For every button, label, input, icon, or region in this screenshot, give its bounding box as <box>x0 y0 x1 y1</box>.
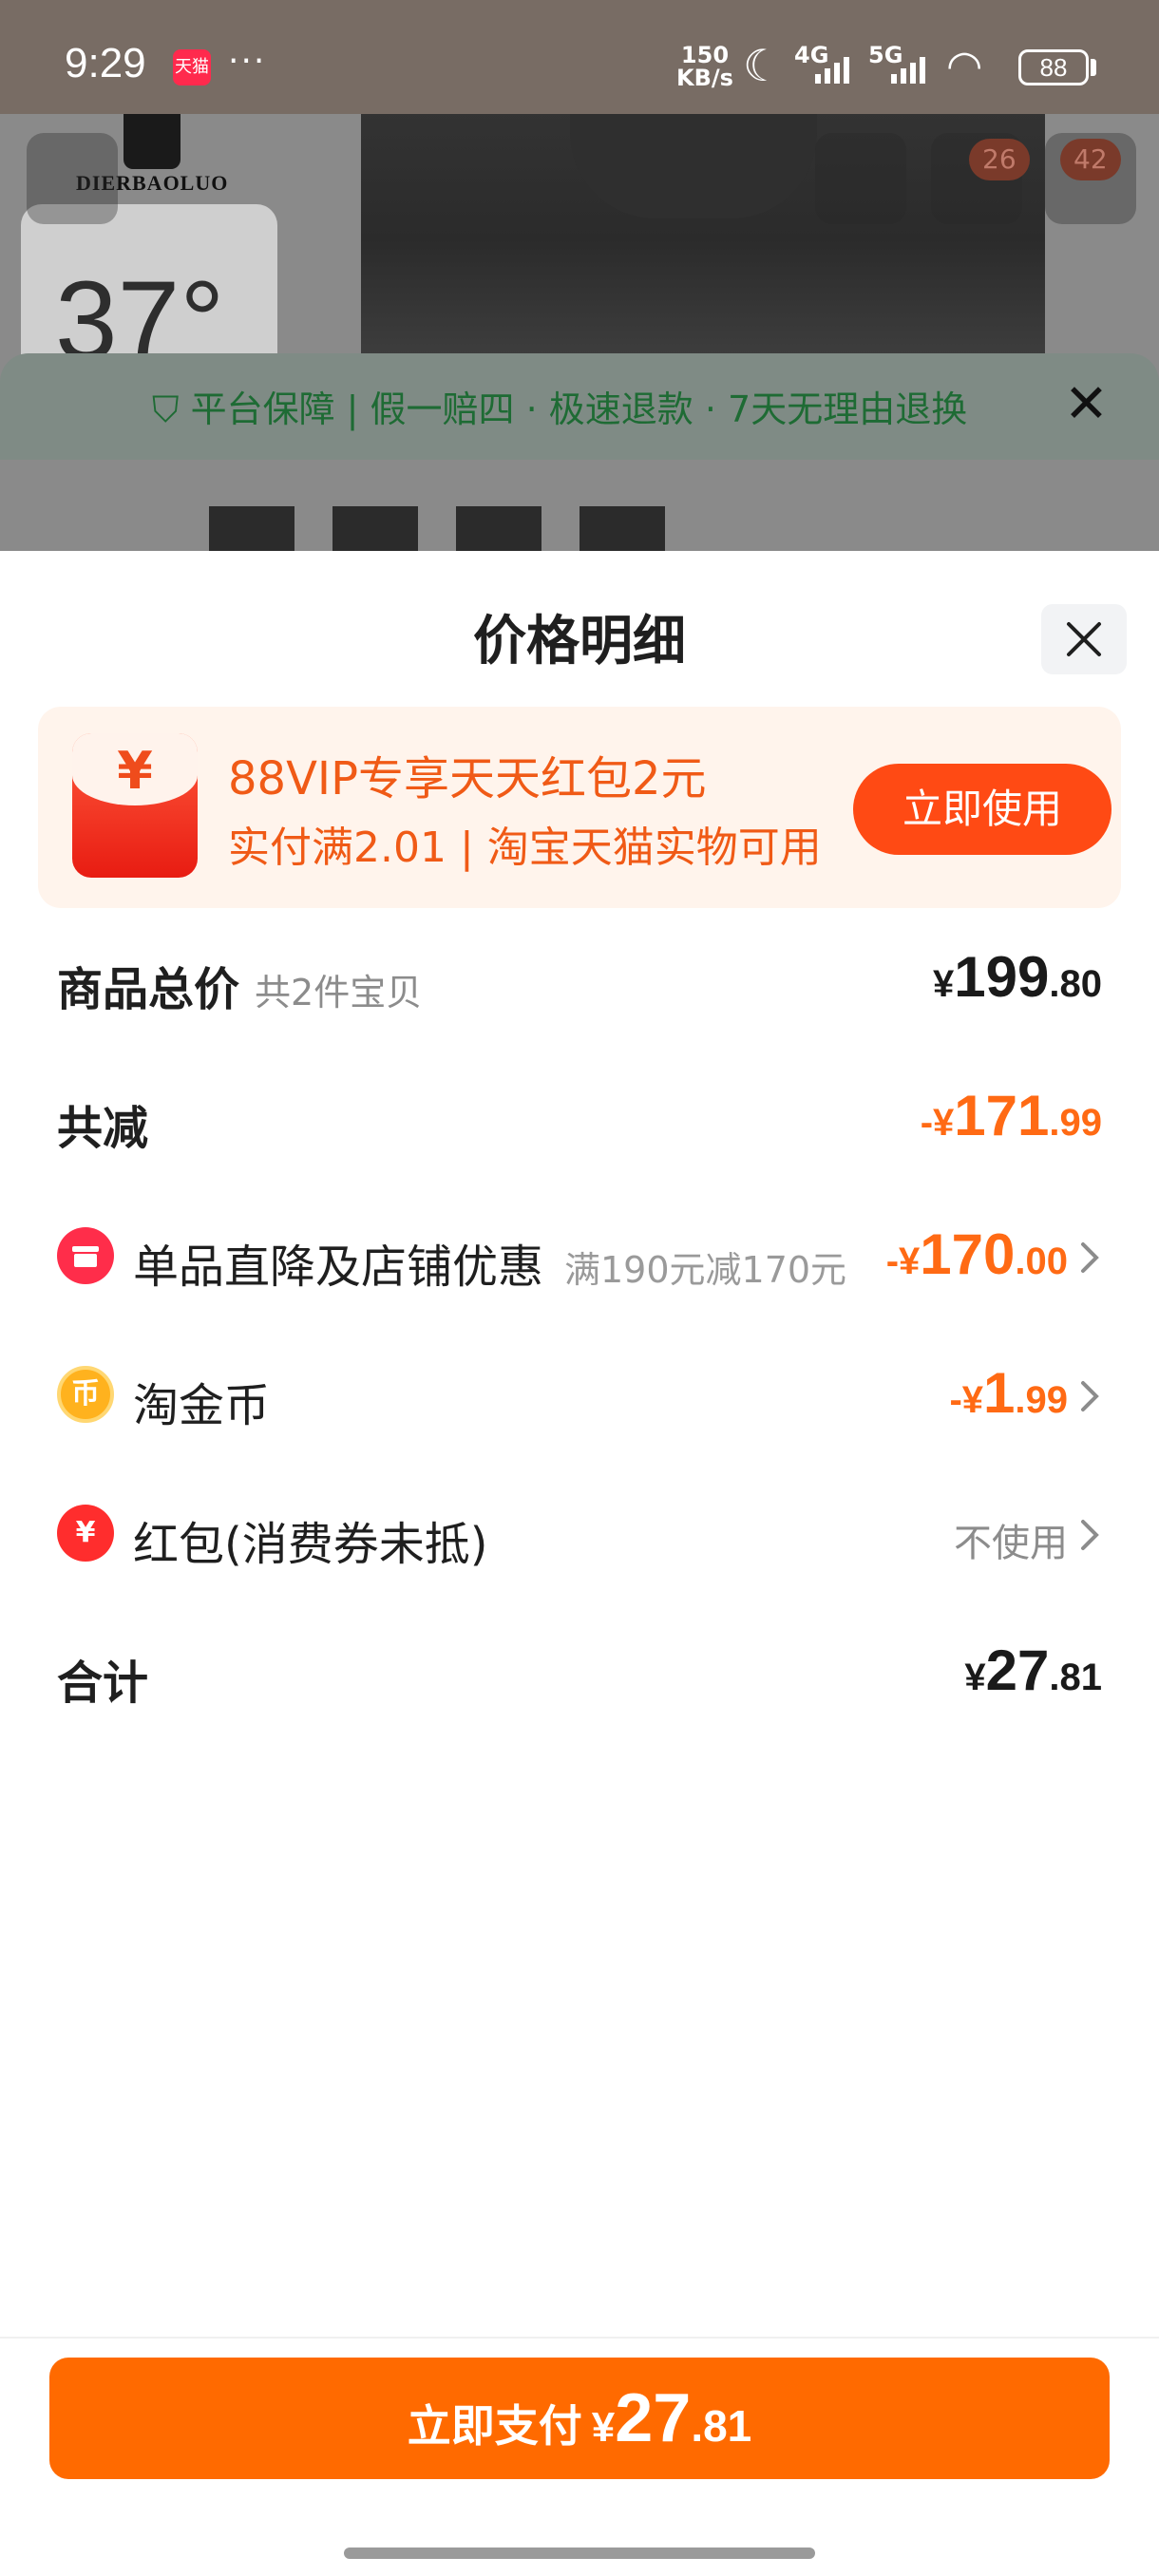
wifi-icon: ◠ <box>946 42 983 90</box>
promo-title: 88VIP专享天天红包2元 <box>228 752 707 805</box>
swatch[interactable] <box>332 506 418 551</box>
store-discount-row[interactable]: 单品直降及店铺优惠 满190元减170元 -¥170.00 <box>57 1222 1102 1297</box>
back-button[interactable] <box>27 133 118 224</box>
red-packet-value: 不使用 <box>954 1522 1068 1565</box>
item-count: 共2件宝贝 <box>255 972 423 1013</box>
use-now-button[interactable]: 立即使用 <box>853 764 1112 855</box>
page-title: 价格明细 <box>473 611 686 672</box>
close-button[interactable] <box>1041 604 1127 674</box>
chevron-right-icon <box>1081 1242 1099 1273</box>
tmall-app-icon: 天猫 <box>173 49 211 85</box>
more-notifications-icon: ··· <box>228 42 267 81</box>
total-discount-amount: -¥171.99 <box>920 1084 1102 1147</box>
shield-check-icon: ⛉ <box>152 388 191 430</box>
sum-row: 合计 ¥27.81 <box>57 1638 1102 1714</box>
chevron-right-icon <box>1081 1520 1099 1550</box>
message-badge: 42 <box>1060 139 1121 180</box>
coin-glyph: 币 <box>71 1377 100 1411</box>
taobao-coins-label: 淘金币 <box>133 1379 271 1432</box>
battery-icon: 88 <box>1018 49 1089 85</box>
red-packet-row[interactable]: ¥ 红包(消费券未抵) 不使用 <box>57 1499 1102 1575</box>
color-swatches <box>209 506 665 551</box>
cart-badge: 26 <box>969 139 1030 180</box>
sum-label: 合计 <box>57 1657 149 1710</box>
swatch[interactable] <box>456 506 542 551</box>
goods-total-amount: ¥199.80 <box>933 945 1102 1009</box>
store-icon <box>57 1227 114 1284</box>
taobao-coins-amount: -¥1.99 <box>949 1361 1068 1425</box>
status-bar: 9:29 天猫 ··· 150 KB/s ☾ 4G 5G ◠ 88 <box>0 0 1159 114</box>
red-packet-glyph: ¥ <box>75 1516 96 1549</box>
share-button[interactable] <box>815 133 906 224</box>
swatch[interactable] <box>209 506 294 551</box>
network-speed: 150 KB/s <box>676 42 733 91</box>
chevron-right-icon <box>1081 1381 1099 1411</box>
goods-total-label: 商品总价 共2件宝贝 <box>57 963 423 1016</box>
store-glyph <box>72 1246 99 1267</box>
vip-red-packet-banner: ¥ 88VIP专享天天红包2元 实付满2.01 | 淘宝天猫实物可用 立即使用 <box>38 707 1121 908</box>
bottom-divider <box>0 2337 1159 2339</box>
guarantee-close-icon[interactable]: ✕ <box>1064 378 1109 431</box>
total-discount-label: 共减 <box>57 1102 149 1155</box>
swatch[interactable] <box>580 506 665 551</box>
signal-5g-icon <box>891 55 925 84</box>
sum-amount: ¥27.81 <box>964 1638 1102 1702</box>
store-discount-label: 单品直降及店铺优惠 <box>133 1241 544 1294</box>
goods-total-row: 商品总价 共2件宝贝 ¥199.80 <box>57 944 1102 1020</box>
red-packet-icon: ¥ <box>57 1505 114 1562</box>
home-indicator[interactable] <box>344 2548 815 2559</box>
price-detail-sheet: 价格明细 ¥ 88VIP专享天天红包2元 实付满2.01 | 淘宝天猫实物可用 … <box>0 551 1159 2576</box>
yen-symbol: ¥ <box>117 741 153 801</box>
taobao-coins-row[interactable]: 币 淘金币 -¥1.99 <box>57 1360 1102 1436</box>
coin-icon: 币 <box>57 1366 114 1423</box>
store-discount-amount: -¥170.00 <box>885 1222 1068 1286</box>
promo-subtitle: 实付满2.01 | 淘宝天猫实物可用 <box>228 824 822 872</box>
do-not-disturb-icon: ☾ <box>743 40 783 91</box>
guarantee-text: ⛉ 平台保障 | 假一赔四 · 极速退款 · 7天无理由退换 <box>152 388 968 430</box>
total-discount-row: 共减 -¥171.99 <box>57 1083 1102 1159</box>
close-icon <box>1067 622 1101 656</box>
signal-4g-icon <box>815 55 849 84</box>
red-packet-label: 红包(消费券未抵) <box>133 1518 488 1571</box>
store-discount-rule: 满190元减170元 <box>564 1249 847 1291</box>
status-time: 9:29 <box>65 40 146 86</box>
red-envelope-icon: ¥ <box>72 733 198 878</box>
pay-now-button[interactable]: 立即支付 ¥27.81 <box>49 2358 1110 2479</box>
battery-tip <box>1091 59 1096 76</box>
